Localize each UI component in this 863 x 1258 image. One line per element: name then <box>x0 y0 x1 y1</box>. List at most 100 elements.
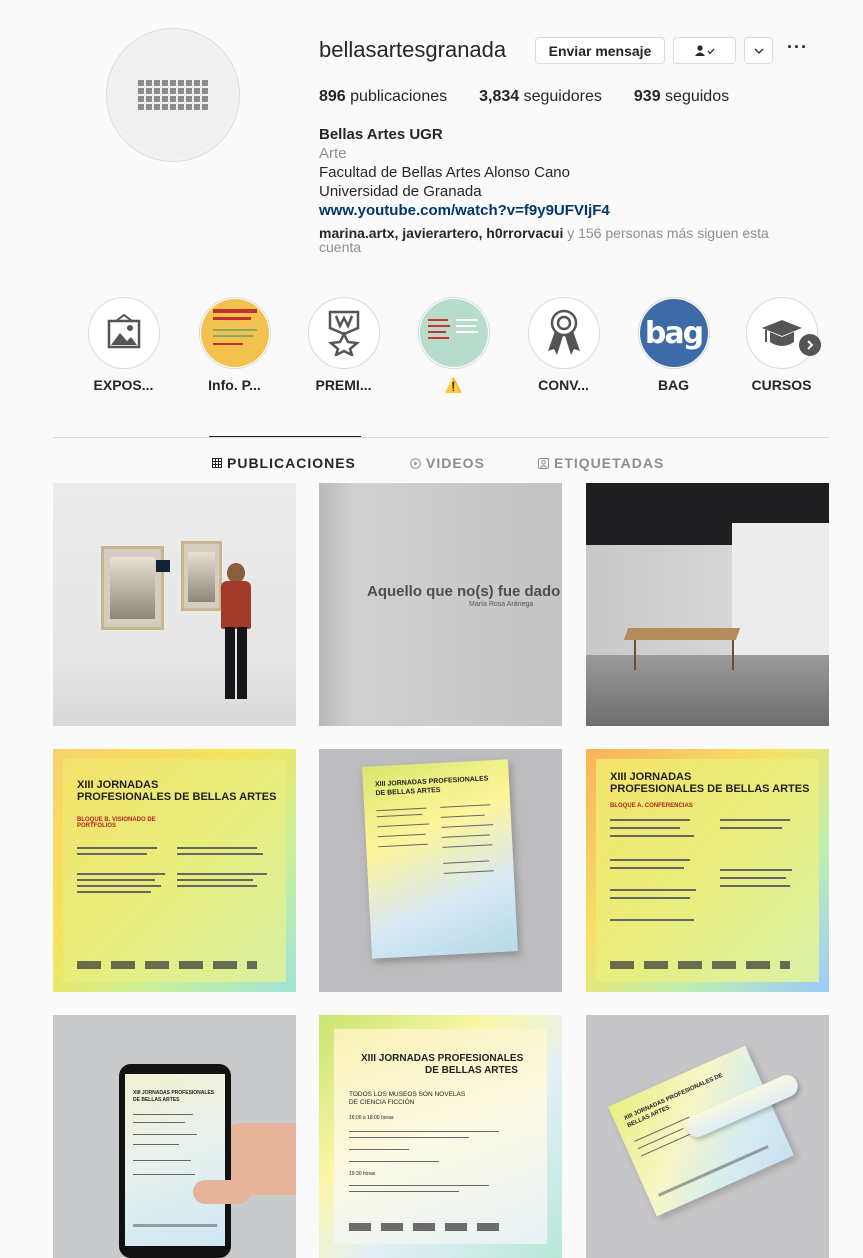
tab-etiquetadas[interactable]: ETIQUETADAS <box>538 455 664 471</box>
logo-square <box>146 88 152 94</box>
post-7-title: XIII JORNADAS PROFESIONALES DE BELLAS AR… <box>133 1090 215 1103</box>
logo-square <box>202 104 208 110</box>
more-options-icon[interactable]: ··· <box>787 37 808 58</box>
highlight-cursos[interactable]: CURSOS <box>744 297 821 393</box>
tag-icon <box>538 457 549 469</box>
post-8-sub: TODOS LOS MUSEOS SON NOVELAS DE CIENCIA … <box>349 1091 466 1106</box>
bio-link[interactable]: www.youtube.com/watch?v=f9y9UFVIjF4 <box>319 201 809 220</box>
next-highlights-icon[interactable] <box>798 334 821 356</box>
highlight-premios[interactable]: PREMI... <box>306 297 381 393</box>
profile-full-name: Bellas Artes UGR <box>319 126 443 143</box>
logo-square <box>146 96 152 102</box>
post-6[interactable]: XIII JORNADAS PROFESIONALES DE BELLAS AR… <box>586 749 829 992</box>
sponsor-logos <box>610 961 790 969</box>
logo-square <box>178 80 184 86</box>
chevron-down-icon <box>754 48 763 54</box>
sponsor-logos <box>77 961 257 969</box>
user-check-icon <box>694 44 714 56</box>
following-button[interactable] <box>673 37 736 64</box>
highlight-bag[interactable]: bag BAG <box>636 297 711 393</box>
highlight-label: CONV... <box>538 377 589 393</box>
visitor-figure <box>217 563 253 701</box>
send-message-button[interactable]: Enviar mensaje <box>535 37 665 64</box>
post-4[interactable]: XIII JORNADAS PROFESIONALES DE BELLAS AR… <box>53 749 296 992</box>
tab-publicaciones[interactable]: PUBLICACIONES <box>212 455 356 471</box>
post-9[interactable]: XIII JORNADAS PROFESIONALES DE BELLAS AR… <box>586 1015 829 1258</box>
post-2-title: Aquello que no(s) fue dado <box>367 583 561 600</box>
logo-square <box>186 88 192 94</box>
logo-square <box>202 80 208 86</box>
highlight-label: CURSOS <box>751 377 812 393</box>
highlight-info[interactable]: Info. P... <box>197 297 272 393</box>
graduation-cap-icon <box>761 320 802 346</box>
post-3[interactable] <box>586 483 829 726</box>
logo-square <box>186 96 192 102</box>
profile-category: Arte <box>319 145 347 162</box>
logo-square <box>178 88 184 94</box>
post-8-title-1: XIII JORNADAS PROFESIONALES <box>361 1053 524 1064</box>
white-cube <box>732 523 829 663</box>
post-8[interactable]: XIII JORNADAS PROFESIONALES DE BELLAS AR… <box>319 1015 562 1258</box>
thumb <box>193 1180 251 1204</box>
post-8-title-2: DE BELLAS ARTES <box>425 1065 518 1076</box>
avatar-logo <box>110 32 236 158</box>
post-7[interactable]: XIII JORNADAS PROFESIONALES DE BELLAS AR… <box>53 1015 296 1258</box>
logo-square <box>154 80 160 86</box>
sponsor-logos <box>349 1223 499 1231</box>
highlight-expos[interactable]: EXPOS... <box>86 297 161 393</box>
logo-square <box>138 80 144 86</box>
suggestions-button[interactable] <box>744 37 773 64</box>
logo-square <box>186 80 192 86</box>
tablet-device: XIII JORNADAS PROFESIONALES DE BELLAS AR… <box>119 1064 231 1258</box>
logo-square <box>170 104 176 110</box>
profile-username: bellasartesgranada <box>319 37 507 62</box>
post-2-subtitle: María Rosa Aránega <box>469 601 534 608</box>
bio-line-2: Universidad de Granada <box>319 183 482 200</box>
post-8-time: 16:00 a 18:00 horas <box>349 1115 394 1121</box>
logo-square <box>146 80 152 86</box>
profile-stats: 896 publicaciones 3,834 seguidores 939 s… <box>319 88 729 106</box>
post-5-title: XIII JORNADAS PROFESIONALES DE BELLAS AR… <box>374 775 489 798</box>
ribbon-award-icon <box>547 309 580 355</box>
screen-device <box>156 560 170 572</box>
logo-square <box>138 88 144 94</box>
post-5[interactable]: XIII JORNADAS PROFESIONALES DE BELLAS AR… <box>319 749 562 992</box>
award-medal-icon <box>327 310 360 356</box>
logo-square <box>138 104 144 110</box>
logo-square <box>194 80 200 86</box>
logo-square <box>202 88 208 94</box>
followed-by[interactable]: marina.artx, javierartero, h0rrorvacui y… <box>319 226 809 254</box>
tablet-screen: XIII JORNADAS PROFESIONALES DE BELLAS AR… <box>125 1074 225 1246</box>
logo-square <box>194 104 200 110</box>
display-table <box>623 628 741 640</box>
logo-square <box>154 88 160 94</box>
logo-square <box>178 96 184 102</box>
logo-square <box>162 104 168 110</box>
post-2[interactable]: Aquello que no(s) fue dado María Rosa Ar… <box>319 483 562 726</box>
post-4-title-2: PROFESIONALES DE BELLAS ARTES <box>77 791 277 803</box>
logo-square <box>178 104 184 110</box>
poster-mockup: XIII JORNADAS PROFESIONALES DE BELLAS AR… <box>362 759 518 959</box>
framed-artwork <box>101 546 164 630</box>
logo-square <box>202 96 208 102</box>
bio-line-1: Facultad de Bellas Artes Alonso Cano <box>319 164 570 181</box>
logo-square <box>146 104 152 110</box>
profile-avatar[interactable] <box>106 28 240 162</box>
logo-square <box>162 88 168 94</box>
following-stat[interactable]: 939 seguidos <box>634 88 729 106</box>
logo-square <box>194 96 200 102</box>
post-6-title-1: XIII JORNADAS <box>610 771 692 783</box>
highlight-convocatorias[interactable]: CONV... <box>526 297 601 393</box>
post-4-title-1: XIII JORNADAS <box>77 779 159 791</box>
play-icon <box>410 457 421 469</box>
profile-bio: Bellas Artes UGR Arte Facultad de Bellas… <box>319 125 809 254</box>
logo-square <box>186 104 192 110</box>
followers-stat[interactable]: 3,834 seguidores <box>479 88 602 106</box>
bag-logo: bag <box>644 315 704 351</box>
logo-square <box>194 88 200 94</box>
post-6-title-2: PROFESIONALES DE BELLAS ARTES <box>610 783 810 795</box>
highlight-warning[interactable]: ⚠️ <box>416 297 491 394</box>
tab-videos[interactable]: VIDEOS <box>410 455 485 471</box>
post-1[interactable] <box>53 483 296 726</box>
post-6-block: BLOQUE A. CONFERENCIAS <box>610 803 693 809</box>
